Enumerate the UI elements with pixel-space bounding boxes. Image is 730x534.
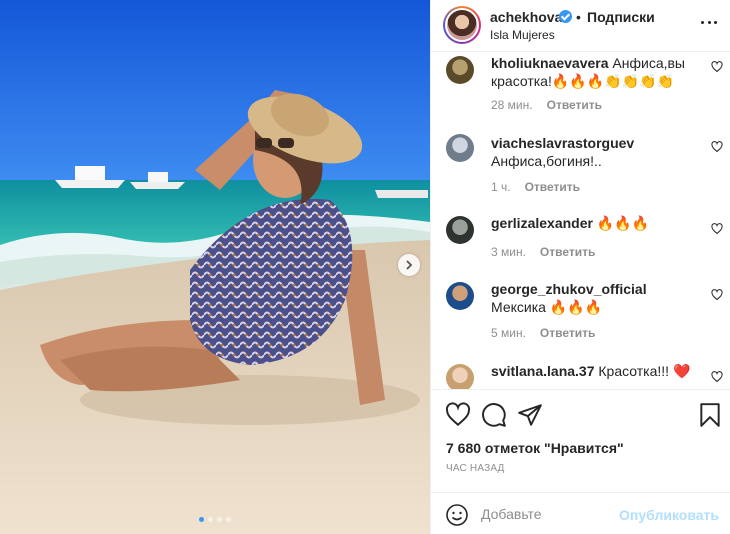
- commenter-avatar[interactable]: [446, 134, 474, 162]
- comment-time: 5 мин.: [491, 326, 526, 340]
- heart-icon[interactable]: [711, 289, 723, 301]
- next-photo-button[interactable]: [398, 254, 420, 276]
- send-icon[interactable]: [517, 402, 543, 428]
- comment-time: 3 мин.: [491, 245, 526, 259]
- likes-count[interactable]: 7 680 отметок "Нравится": [446, 440, 624, 456]
- commenter-username[interactable]: kholiuknaevavera: [491, 55, 609, 71]
- reply-button[interactable]: Ответить: [547, 98, 602, 112]
- post-header: achekhova • Подписки Isla Mujeres: [431, 0, 730, 52]
- comment-text: Красотка!!! ❤️: [598, 363, 691, 379]
- commenter-username[interactable]: viacheslavrastorguev: [491, 135, 634, 151]
- comment-input[interactable]: [481, 501, 621, 527]
- comment-icon[interactable]: [481, 402, 507, 428]
- heart-icon[interactable]: [711, 141, 723, 153]
- comment-text: 🔥🔥🔥: [596, 215, 650, 231]
- heart-icon[interactable]: [711, 371, 723, 383]
- commenter-username[interactable]: gerlizalexander: [491, 215, 593, 231]
- carousel-dot: [199, 517, 204, 522]
- publish-button[interactable]: Опубликовать: [619, 507, 719, 523]
- post-side-panel: achekhova • Подписки Isla Mujeres kholiu…: [430, 0, 730, 534]
- header-separator: •: [576, 9, 581, 25]
- comment-time: 1 ч.: [491, 180, 511, 194]
- commenter-username[interactable]: svitlana.lana.37: [491, 363, 595, 379]
- post-location[interactable]: Isla Mujeres: [490, 28, 555, 42]
- comments-list[interactable]: kholiuknaevavera Анфиса,вы красотка!🔥🔥🔥👏…: [431, 52, 730, 389]
- heart-icon[interactable]: [711, 61, 723, 73]
- post-actions: 7 680 отметок "Нравится" ЧАС НАЗАД Опубл…: [431, 389, 730, 534]
- more-options-button[interactable]: [701, 14, 717, 30]
- commenter-avatar[interactable]: [446, 56, 474, 84]
- chevron-right-icon: [406, 260, 413, 270]
- reply-button[interactable]: Ответить: [540, 326, 595, 340]
- bookmark-icon[interactable]: [697, 402, 723, 428]
- post-photo[interactable]: [0, 0, 430, 534]
- comment-text: Анфиса,богиня!..: [491, 153, 602, 169]
- comment-text: Мексика 🔥🔥🔥: [491, 299, 603, 315]
- carousel-dot: [208, 517, 213, 522]
- commenter-avatar[interactable]: [446, 364, 474, 389]
- author-avatar[interactable]: [443, 6, 481, 44]
- verified-badge-icon: [559, 10, 572, 23]
- reply-button[interactable]: Ответить: [540, 245, 595, 259]
- reply-button[interactable]: Ответить: [525, 180, 580, 194]
- more-icon: [701, 20, 704, 24]
- author-username[interactable]: achekhova: [490, 9, 562, 25]
- carousel-dot: [226, 517, 231, 522]
- commenter-avatar[interactable]: [446, 216, 474, 244]
- commenter-avatar[interactable]: [446, 282, 474, 310]
- commenter-username[interactable]: george_zhukov_official: [491, 281, 647, 297]
- heart-icon[interactable]: [445, 402, 471, 428]
- carousel-dot: [217, 517, 222, 522]
- carousel-dots: [0, 517, 430, 522]
- heart-icon[interactable]: [711, 223, 723, 235]
- post-timestamp[interactable]: ЧАС НАЗАД: [446, 463, 505, 474]
- emoji-icon[interactable]: [445, 503, 469, 527]
- following-button[interactable]: Подписки: [587, 9, 655, 25]
- comment-time: 28 мин.: [491, 98, 533, 112]
- add-comment-bar: Опубликовать: [431, 492, 730, 534]
